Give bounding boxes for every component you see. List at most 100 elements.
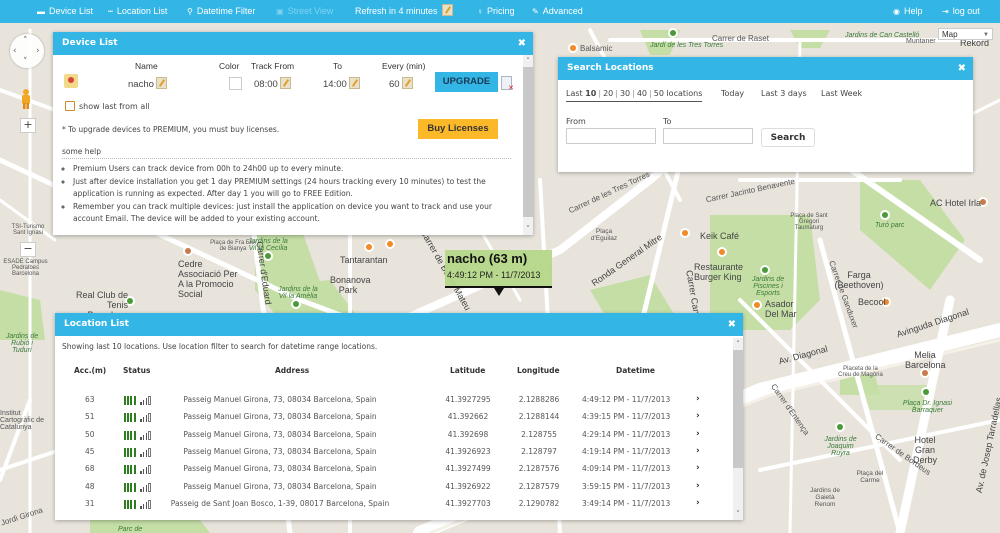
upgrade-button[interactable]: UPGRADE <box>435 72 498 92</box>
map-label: Jardins de Piscines i Esports <box>751 276 785 297</box>
device-name-field[interactable]: nacho <box>128 77 167 92</box>
nav-advanced[interactable]: ✎ Advanced <box>532 0 583 23</box>
map-label: Turó parc <box>875 222 905 229</box>
latitude-cell: 41.3926922 <box>445 481 491 491</box>
nav-location-list[interactable]: ┅ Location List <box>108 0 167 23</box>
street-view-pegman-icon[interactable] <box>20 88 32 110</box>
map-label: Jardins de Rubió i Tudurí <box>5 333 39 354</box>
location-row[interactable]: 50 Passeig Manuel Girona, 73, 08034 Barce… <box>55 427 731 444</box>
signal-bar <box>142 486 145 492</box>
map-pan-control[interactable]: ˄ ˅ ‹ › <box>10 34 44 68</box>
device-color-picker[interactable] <box>229 77 242 90</box>
location-row[interactable]: 31 Passeig de Sant Joan Bosco, 1-39, 0801… <box>55 496 731 513</box>
address-cell: Passeig Manuel Girona, 73, 08034 Barcelo… <box>183 481 377 491</box>
edit-icon[interactable] <box>348 77 360 89</box>
zoom-in-button[interactable]: + <box>20 118 36 133</box>
from-date-input[interactable] <box>566 128 656 144</box>
filter-last-3-days[interactable]: Last 3 days <box>761 89 807 98</box>
nav-pricing[interactable]: ♀ Pricing <box>477 0 515 23</box>
edit-icon[interactable] <box>401 77 413 89</box>
track-from-field[interactable]: 08:00 <box>254 77 291 92</box>
map-label: Keik Café <box>700 231 740 241</box>
map-label: Plaça de Sant Gregori Taumaturg <box>790 213 828 231</box>
device-list-scrollbar[interactable]: ˄ ˅ <box>523 55 533 235</box>
to-date-input[interactable] <box>663 128 753 144</box>
every-min-field[interactable]: 60 <box>389 77 413 92</box>
close-icon[interactable]: ✖ <box>958 57 966 80</box>
map-label: Bonanova Park <box>330 275 371 295</box>
track-to-field[interactable]: 14:00 <box>323 77 360 92</box>
close-icon[interactable]: ✖ <box>518 32 526 55</box>
status-battery-signal-icon <box>124 465 156 475</box>
scroll-down-icon[interactable]: ˅ <box>523 224 533 234</box>
chevron-right-icon[interactable]: › <box>696 429 700 439</box>
count-option-30[interactable]: 30 <box>620 89 630 98</box>
search-button[interactable]: Search <box>761 128 815 147</box>
nav-refresh-timer[interactable]: Refresh in 4 minutes <box>355 0 453 23</box>
count-option-10[interactable]: 10 <box>585 89 596 98</box>
filter-last-week[interactable]: Last Week <box>821 89 862 98</box>
chevron-right-icon[interactable]: › <box>696 411 700 421</box>
map-label: Muntaner <box>906 38 936 45</box>
scrollbar-thumb[interactable] <box>733 350 743 468</box>
latitude-cell: 41.392698 <box>447 429 489 439</box>
scroll-up-icon[interactable]: ˄ <box>523 56 533 66</box>
chevron-right-icon[interactable]: › <box>696 446 700 456</box>
close-icon[interactable]: ✖ <box>728 313 736 336</box>
signal-bar <box>142 503 145 509</box>
count-option-20[interactable]: 20 <box>603 89 613 98</box>
location-row[interactable]: 63 Passeig Manuel Girona, 73, 08034 Barce… <box>55 392 731 409</box>
map-type-select[interactable]: Map ▼ <box>938 28 993 40</box>
signal-bar <box>142 434 145 440</box>
scrollbar-thumb[interactable] <box>523 67 533 217</box>
nav-logout[interactable]: ⇥ log out <box>942 0 980 23</box>
help-title: some help <box>62 147 511 159</box>
chevron-right-icon[interactable]: › <box>696 394 700 404</box>
scroll-down-icon[interactable]: ˅ <box>733 509 743 519</box>
location-row[interactable]: 45 Passeig Manuel Girona, 73, 08034 Barce… <box>55 444 731 461</box>
pan-down-icon[interactable]: ˅ <box>23 58 28 67</box>
latitude-cell: 41.3926923 <box>445 446 491 456</box>
count-option-40[interactable]: 40 <box>637 89 647 98</box>
location-row[interactable]: 68 Passeig Manuel Girona, 73, 08034 Barce… <box>55 461 731 478</box>
map-label: AC Hotel Irla <box>930 198 982 208</box>
chevron-right-icon[interactable]: › <box>696 498 700 508</box>
location-row[interactable]: 48 Passeig Manuel Girona, 73, 08034 Barce… <box>55 479 731 496</box>
datetime-cell: 4:09:14 PM - 11/7/2013 <box>582 464 671 474</box>
location-row[interactable]: 51 Passeig Manuel Girona, 73, 08034 Barce… <box>55 409 731 426</box>
scroll-up-icon[interactable]: ˄ <box>733 339 743 349</box>
checkbox-icon[interactable] <box>65 101 75 111</box>
pan-left-icon[interactable]: ‹ <box>13 47 17 56</box>
battery-bar <box>127 396 130 405</box>
buy-licenses-button[interactable]: Buy Licenses <box>418 119 498 139</box>
nav-datetime-filter[interactable]: ⚲ Datetime Filter <box>187 0 255 23</box>
edit-icon[interactable] <box>279 77 291 89</box>
accuracy-cell: 68 <box>85 464 95 474</box>
map-label: Jardí de les Tres Torres <box>650 42 724 49</box>
pan-right-icon[interactable]: › <box>36 47 40 56</box>
chevron-right-icon[interactable]: › <box>696 463 700 473</box>
count-option-50[interactable]: 50 locations <box>654 89 703 98</box>
location-list-scrollbar[interactable]: ˄ ˅ <box>733 338 743 520</box>
map-marker-pointer-icon[interactable] <box>494 288 504 296</box>
marker-timestamp: 4:49:12 PM - 11/7/2013 <box>447 270 541 280</box>
nav-street-view[interactable]: ▣ Street View <box>276 0 333 23</box>
delete-device-icon[interactable] <box>501 76 514 92</box>
col-header-color: Color <box>219 61 240 71</box>
panel-title: Device List <box>62 38 118 48</box>
filter-today[interactable]: Today <box>721 89 744 98</box>
map-label: Placeta de la Creu de Magòria <box>838 366 883 378</box>
pan-up-icon[interactable]: ˄ <box>23 37 28 46</box>
chevron-right-icon[interactable]: › <box>696 481 700 491</box>
zoom-out-button[interactable]: − <box>20 242 36 257</box>
col-header-address: Address <box>275 366 310 375</box>
edit-icon[interactable] <box>155 77 167 89</box>
show-last-from-all-checkbox[interactable]: show last from all <box>65 101 150 111</box>
battery-bar <box>130 396 133 405</box>
nav-help[interactable]: ◉ Help <box>893 0 923 23</box>
col-header-name: Name <box>135 61 158 71</box>
status-battery-signal-icon <box>124 413 156 423</box>
battery-bar <box>127 482 130 492</box>
device-marker-label[interactable]: nacho (63 m) 4:49:12 PM - 11/7/2013 <box>445 250 552 288</box>
nav-device-list[interactable]: ▬ Device List <box>37 0 93 23</box>
